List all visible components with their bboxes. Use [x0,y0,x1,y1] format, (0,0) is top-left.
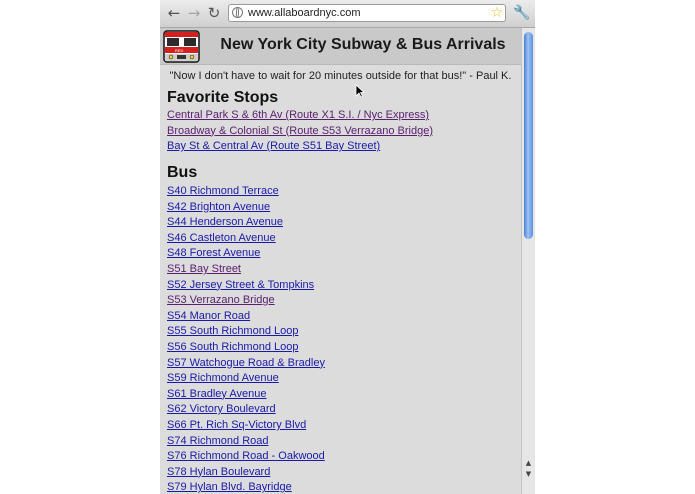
bus-route-item: S53 Verrazano Bridge [167,293,325,309]
forward-button[interactable]: → [185,4,203,22]
bus-route-item: S59 Richmond Avenue [167,371,325,387]
wrench-icon[interactable]: 🔧 [513,4,530,22]
bus-route-item: S44 Henderson Avenue [167,215,325,231]
bus-route-item-link[interactable]: S48 Forest Avenue [167,247,260,259]
bus-route-item-link[interactable]: S44 Henderson Avenue [167,216,283,228]
vertical-scrollbar[interactable]: ▲ ▼ [521,28,535,494]
favorite-stop-item: Central Park S & 6th Av (Route X1 S.I. /… [167,108,433,124]
scroll-down-arrow-icon[interactable]: ▼ [524,470,533,479]
reload-button[interactable]: ↻ [205,4,223,22]
bus-route-item-link[interactable]: S46 Castleton Avenue [167,232,276,244]
scroll-up-arrow-icon[interactable]: ▲ [524,459,533,468]
bus-route-item: S78 Hylan Boulevard [167,465,325,481]
bus-route-item-link[interactable]: S61 Bradley Avenue [167,388,266,400]
testimonial-quote: "Now I don't have to wait for 20 minutes… [169,70,512,82]
bus-route-item-link[interactable]: S51 Bay Street [167,263,241,275]
bus-route-item: S40 Richmond Terrace [167,184,325,200]
subway-car-logo-icon: RED [163,30,200,63]
bus-route-item-link[interactable]: S78 Hylan Boulevard [167,466,270,478]
bus-route-item: S61 Bradley Avenue [167,387,325,403]
bookmark-star-icon[interactable]: ☆ [490,5,503,21]
bus-route-item-link[interactable]: S42 Brighton Avenue [167,201,270,213]
scrollbar-thumb[interactable] [524,32,533,239]
page-header: RED New York City Subway & Bus Arrivals [160,28,521,65]
bus-route-item: S79 Hylan Blvd. Bayridge [167,480,325,494]
bus-route-item-link[interactable]: S52 Jersey Street & Tompkins [167,279,314,291]
bus-route-item: S51 Bay Street [167,262,325,278]
bus-route-item: S52 Jersey Street & Tompkins [167,278,325,294]
page-title: New York City Subway & Bus Arrivals [220,36,506,53]
bus-route-item: S54 Manor Road [167,309,325,325]
browser-toolbar: ← → ↻ www.allaboardnyc.com ☆ 🔧 [160,0,535,28]
page-content: RED New York City Subway & Bus Arrivals … [160,28,521,494]
address-bar[interactable]: www.allaboardnyc.com ☆ [228,4,506,22]
bus-route-item-link[interactable]: S55 South Richmond Loop [167,325,298,337]
bus-route-item: S66 Pt. Rich Sq-Victory Blvd [167,418,325,434]
bus-route-item-link[interactable]: S62 Victory Boulevard [167,403,276,415]
favorite-stops-list: Central Park S & 6th Av (Route X1 S.I. /… [167,108,433,155]
svg-text:RED: RED [175,48,184,53]
favorite-stop-item: Bay St & Central Av (Route S51 Bay Stree… [167,139,433,155]
bus-route-item: S48 Forest Avenue [167,246,325,262]
bus-route-item-link[interactable]: S56 South Richmond Loop [167,341,298,353]
bus-route-item-link[interactable]: S74 Richmond Road [167,435,269,447]
bus-route-item-link[interactable]: S57 Watchogue Road & Bradley [167,357,325,369]
bus-heading: Bus [167,164,198,181]
back-button[interactable]: ← [165,4,183,22]
bus-route-item-link[interactable]: S76 Richmond Road - Oakwood [167,450,325,462]
mouse-pointer-icon [355,84,365,98]
bus-route-item-link[interactable]: S40 Richmond Terrace [167,185,279,197]
bus-route-item-link[interactable]: S59 Richmond Avenue [167,372,279,384]
bus-route-item: S62 Victory Boulevard [167,402,325,418]
favorite-stop-item-link[interactable]: Broadway & Colonial St (Route S53 Verraz… [167,125,433,137]
bus-route-item: S46 Castleton Avenue [167,231,325,247]
favorite-stops-heading: Favorite Stops [167,89,279,106]
bus-route-item: S74 Richmond Road [167,434,325,450]
bus-route-item: S57 Watchogue Road & Bradley [167,356,325,372]
bus-route-item: S42 Brighton Avenue [167,200,325,216]
url-text[interactable]: www.allaboardnyc.com [248,6,361,20]
globe-icon [232,7,243,18]
favorite-stop-item: Broadway & Colonial St (Route S53 Verraz… [167,124,433,140]
favorite-stop-item-link[interactable]: Central Park S & 6th Av (Route X1 S.I. /… [167,109,429,121]
bus-route-item: S56 South Richmond Loop [167,340,325,356]
bus-routes-list: S40 Richmond Terrace S42 Brighton Avenue S… [167,184,325,494]
bus-route-item-link[interactable]: S66 Pt. Rich Sq-Victory Blvd [167,419,306,431]
bus-route-item-link[interactable]: S54 Manor Road [167,310,250,322]
bus-route-item-link[interactable]: S53 Verrazano Bridge [167,294,275,306]
bus-route-item: S55 South Richmond Loop [167,324,325,340]
bus-route-item: S76 Richmond Road - Oakwood [167,449,325,465]
browser-window: ← → ↻ www.allaboardnyc.com ☆ 🔧 RED New Y… [160,0,535,494]
favorite-stop-item-link[interactable]: Bay St & Central Av (Route S51 Bay Stree… [167,140,380,152]
bus-route-item-link[interactable]: S79 Hylan Blvd. Bayridge [167,481,292,493]
